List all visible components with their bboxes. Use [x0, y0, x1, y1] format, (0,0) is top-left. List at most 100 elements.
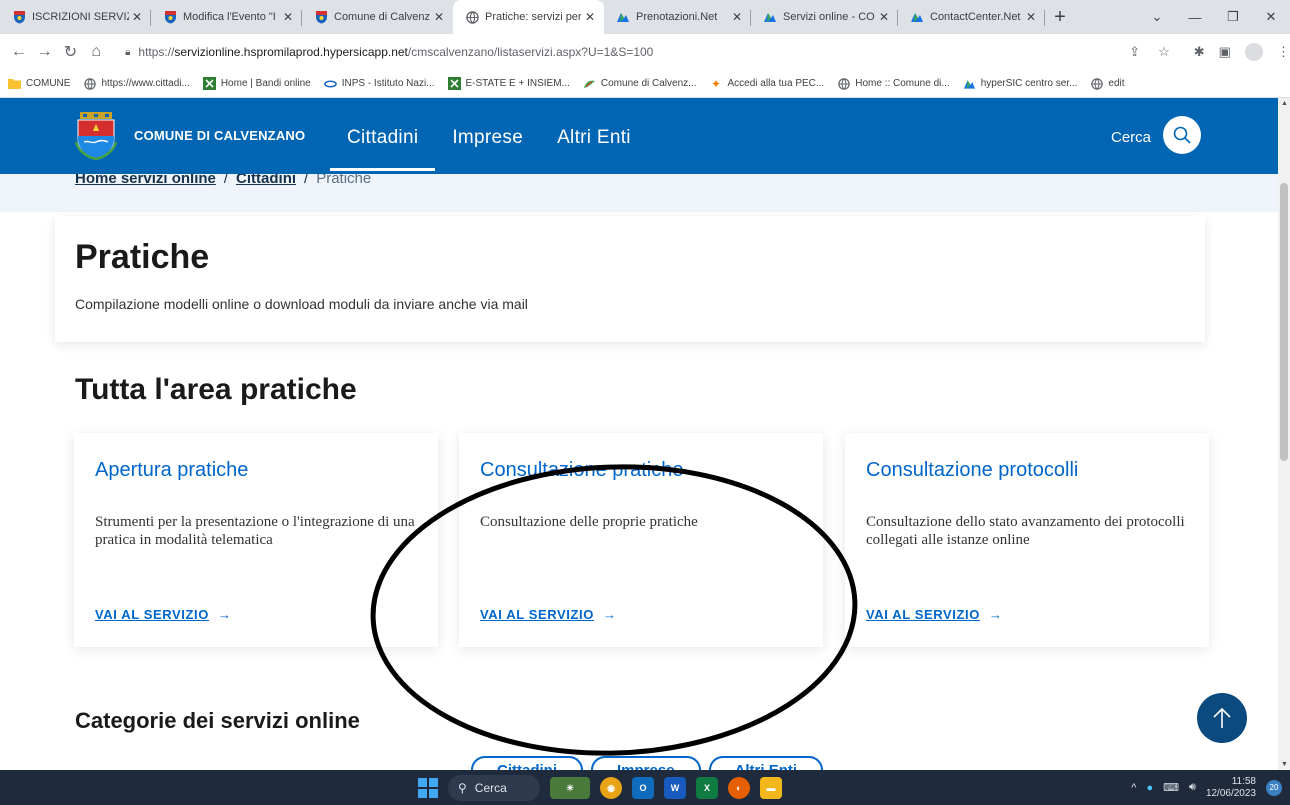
page-subtitle: Compilazione modelli online o download m…: [75, 296, 528, 312]
tray-app-icon[interactable]: ●: [1146, 782, 1153, 794]
tab-close-icon[interactable]: ✕: [129, 10, 145, 24]
hypersic-icon: [763, 10, 777, 24]
bookmark-label: Accedi alla tua PEC...: [727, 78, 825, 89]
bookmark-item[interactable]: Home | Bandi online: [202, 77, 311, 90]
window-close-icon[interactable]: ✕: [1252, 9, 1290, 25]
arrow-right-icon: →: [602, 607, 617, 622]
scrollbar-thumb[interactable]: [1280, 183, 1288, 461]
windows-start-icon[interactable]: [418, 778, 438, 798]
tab-title: Comune di Calvenz: [334, 11, 430, 23]
nav-altri-enti[interactable]: Altri Enti: [540, 98, 648, 174]
file-explorer-icon[interactable]: ▬: [760, 777, 782, 799]
bookmark-item[interactable]: hyperSIC centro ser...: [963, 77, 1078, 90]
volume-icon[interactable]: 🔊︎: [1189, 781, 1196, 794]
card-title[interactable]: Consultazione pratiche: [480, 459, 683, 482]
tab-close-icon[interactable]: ✕: [729, 10, 745, 24]
chevron-up-icon[interactable]: ^: [1131, 782, 1136, 794]
vai-al-servizio-link[interactable]: VAI AL SERVIZIO →: [866, 607, 1003, 622]
taskbar-search[interactable]: ⚲ Cerca: [448, 775, 540, 801]
nav-cittadini[interactable]: Cittadini: [330, 98, 436, 171]
menu-kebab-icon[interactable]: ⋮: [1277, 44, 1290, 60]
tab-close-icon[interactable]: ✕: [280, 10, 296, 24]
tab-close-icon[interactable]: ✕: [431, 10, 447, 24]
firefox-icon[interactable]: ◐: [728, 777, 750, 799]
comune-crest-icon: [12, 10, 26, 24]
word-icon[interactable]: W: [664, 777, 686, 799]
notification-badge[interactable]: 20: [1266, 779, 1282, 796]
card-title[interactable]: Apertura pratiche: [95, 459, 248, 482]
hypersic-icon: [616, 10, 630, 24]
cta-label: VAI AL SERVIZIO: [866, 607, 980, 622]
bookmark-item[interactable]: E-STATE E + INSIEM...: [447, 77, 570, 90]
main-nav: Cittadini Imprese Altri Enti: [330, 98, 648, 174]
pill-cittadini[interactable]: Cittadini: [471, 756, 583, 770]
bookmark-item[interactable]: Home :: Comune di...: [837, 77, 950, 90]
widgets-icon[interactable]: ☀: [550, 777, 590, 799]
browser-tab[interactable]: ISCRIZIONI SERVIZI ✕: [0, 0, 151, 34]
globe-icon: [837, 77, 850, 90]
clock[interactable]: 11:58 12/06/2023: [1206, 776, 1256, 800]
bookmarks-bar: COMUNE https://www.cittadi... Home | Ban…: [0, 70, 1290, 98]
tab-close-icon[interactable]: ✕: [1023, 10, 1039, 24]
outlook-icon[interactable]: O: [632, 777, 654, 799]
comune-logo[interactable]: [74, 112, 118, 161]
bookmark-item[interactable]: INPS - Istituto Nazi...: [323, 77, 435, 90]
tab-close-icon[interactable]: ✕: [582, 10, 598, 24]
tab-search-icon[interactable]: ⌄: [1138, 9, 1176, 25]
cta-label: VAI AL SERVIZIO: [480, 607, 594, 622]
tab-title: Pratiche: servizi per: [485, 11, 582, 23]
page-scrollbar[interactable]: ▲ ▼: [1278, 98, 1290, 770]
globe-icon: [83, 77, 96, 90]
bookmark-label: hyperSIC centro ser...: [980, 78, 1078, 89]
reload-icon[interactable]: ↻: [58, 42, 84, 62]
lock-icon[interactable]: 🔒︎: [125, 47, 130, 58]
vai-al-servizio-link[interactable]: VAI AL SERVIZIO →: [480, 607, 617, 622]
forward-icon[interactable]: →: [32, 43, 58, 61]
card-title[interactable]: Consultazione protocolli: [866, 459, 1078, 482]
bookmark-item[interactable]: ✦ Accedi alla tua PEC...: [710, 77, 825, 91]
home-icon[interactable]: ⌂: [83, 43, 109, 61]
network-icon[interactable]: ⌨: [1163, 781, 1179, 794]
system-tray: ^ ● ⌨ 🔊︎ 11:58 12/06/2023 20: [1131, 770, 1282, 805]
extensions-icon[interactable]: ✱: [1194, 44, 1205, 60]
excel-icon[interactable]: X: [696, 777, 718, 799]
pill-imprese[interactable]: Imprese: [591, 756, 701, 770]
back-to-top-button[interactable]: [1197, 693, 1247, 743]
service-card-apertura: Apertura pratiche Strumenti per la prese…: [74, 433, 438, 647]
pill-altri-enti[interactable]: Altri Enti: [708, 756, 824, 770]
bookmark-item[interactable]: edit: [1090, 77, 1125, 90]
bookmark-label: INPS - Istituto Nazi...: [341, 78, 435, 89]
bookmark-item[interactable]: Comune di Calvenz...: [583, 77, 697, 90]
card-description: Strumenti per la presentazione o l'integ…: [95, 514, 415, 548]
restore-icon[interactable]: ❐: [1214, 9, 1252, 25]
service-card-consultazione-protocolli: Consultazione protocolli Consultazione d…: [845, 433, 1209, 647]
address-bar[interactable]: 🔒︎ https://servizionline.hspromilaprod.h…: [119, 38, 1180, 66]
bookmark-item[interactable]: COMUNE: [8, 77, 70, 90]
bookmark-item[interactable]: https://www.cittadi...: [83, 77, 190, 90]
chrome-icon[interactable]: ◉: [600, 777, 622, 799]
browser-tab[interactable]: Comune di Calvenz ✕: [302, 0, 453, 34]
bookmark-star-icon[interactable]: ☆: [1158, 44, 1170, 60]
browser-tab[interactable]: Servizi online - CO ✕: [751, 0, 898, 34]
vai-al-servizio-link[interactable]: VAI AL SERVIZIO →: [95, 607, 232, 622]
nav-imprese[interactable]: Imprese: [435, 98, 540, 174]
search-label[interactable]: Cerca: [1111, 129, 1151, 146]
browser-tab-active[interactable]: Pratiche: servizi per ✕: [453, 0, 604, 34]
back-icon[interactable]: ←: [6, 43, 32, 61]
new-tab-icon[interactable]: +: [1045, 0, 1075, 34]
share-icon[interactable]: ⇪: [1129, 44, 1140, 60]
browser-tab[interactable]: Modifica l'Evento "I ✕: [151, 0, 302, 34]
scroll-up-icon[interactable]: ▲: [1281, 100, 1288, 107]
folder-icon: [8, 77, 21, 90]
tab-close-icon[interactable]: ✕: [876, 10, 892, 24]
scroll-down-icon[interactable]: ▼: [1281, 761, 1288, 768]
page-viewport: Home servizi online / Cittadini / Pratiche C…: [0, 98, 1278, 770]
search-icon: [1173, 126, 1191, 144]
minimize-icon[interactable]: —: [1176, 10, 1214, 25]
profile-avatar[interactable]: [1244, 43, 1263, 61]
browser-tab[interactable]: Prenotazioni.Net ✕: [604, 0, 751, 34]
search-button[interactable]: [1163, 116, 1201, 154]
site-name[interactable]: COMUNE DI CALVENZANO: [134, 128, 305, 143]
side-panel-icon[interactable]: ▣: [1219, 44, 1231, 60]
browser-tab[interactable]: ContactCenter.Net ✕: [898, 0, 1045, 34]
